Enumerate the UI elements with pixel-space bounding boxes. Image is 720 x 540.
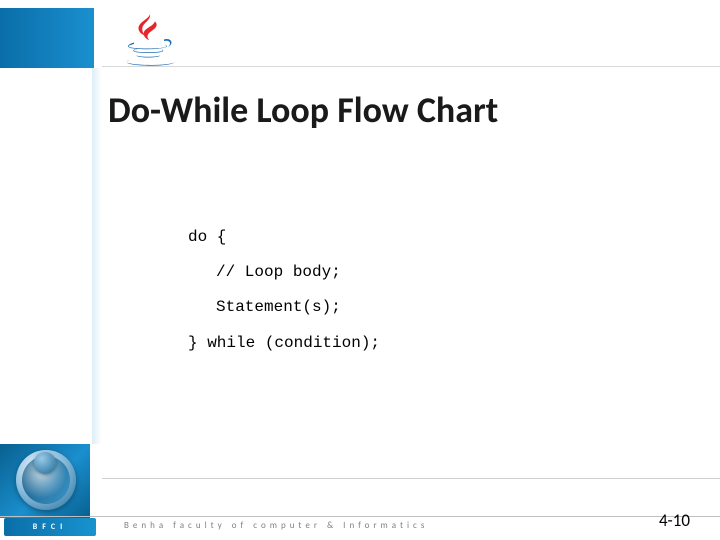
java-logo-icon: [110, 8, 188, 68]
code-line-4: } while (condition);: [188, 334, 380, 352]
globe-badge-small-icon: [34, 452, 56, 474]
header-stripe: [0, 8, 720, 68]
footer-gap: [90, 444, 102, 518]
vertical-accent: [92, 68, 102, 444]
footer-divider-lower: [0, 516, 720, 517]
globe-badge-icon: [16, 450, 76, 510]
slide-title: Do-While Loop Flow Chart: [108, 88, 498, 132]
code-line-3: Statement(s);: [188, 290, 380, 325]
org-abbr-badge: BFCI: [4, 518, 96, 536]
org-full-name: Benha faculty of computer & Informatics: [124, 520, 428, 531]
page-number: 4-10: [659, 510, 690, 531]
code-line-1: do {: [188, 228, 226, 246]
header-blue-block: [0, 8, 94, 68]
code-block: do { // Loop body; Statement(s); } while…: [188, 220, 380, 361]
code-line-2: // Loop body;: [188, 255, 380, 290]
header-gap: [94, 8, 102, 68]
footer-divider-upper: [102, 478, 720, 479]
header-divider: [102, 66, 720, 67]
